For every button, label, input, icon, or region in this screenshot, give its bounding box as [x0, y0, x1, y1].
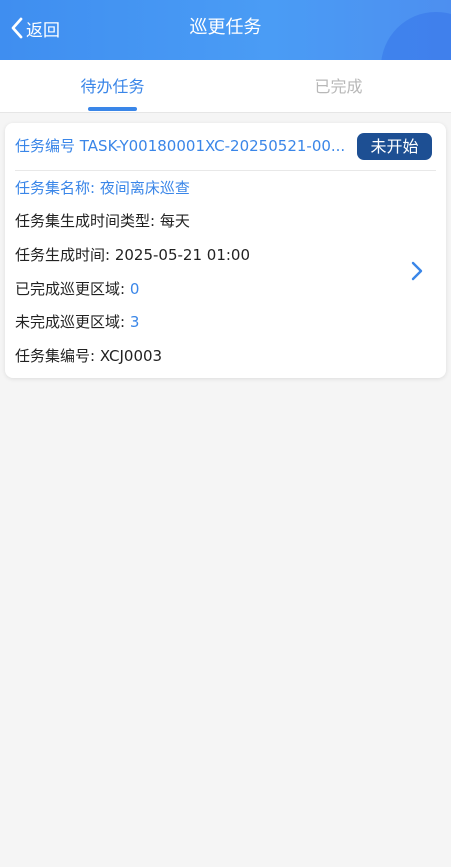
chevron-right-icon[interactable] [410, 260, 424, 282]
status-badge: 未开始 [357, 133, 432, 160]
page-title: 巡更任务 [189, 17, 262, 38]
active-tab-indicator [88, 107, 137, 111]
header-bar: 返回 巡更任务 [0, 0, 451, 60]
task-card[interactable]: 任务编号 TASK-Y00180001XC-20250521-00... 未开始… [5, 123, 446, 378]
tab-bar: 待办任务 已完成 [0, 60, 451, 113]
task-gen-type: 任务集生成时间类型: 每天 [15, 212, 190, 230]
task-undone-areas: 未完成巡更区域: 3 [15, 313, 140, 331]
task-card-header: 任务编号 TASK-Y00180001XC-20250521-00... 未开始 [15, 123, 436, 171]
tab-pending[interactable]: 待办任务 [0, 60, 225, 112]
task-gen-time: 任务生成时间: 2025-05-21 01:00 [15, 246, 251, 264]
task-set-name: 任务集名称: 夜间离床巡查 [15, 179, 190, 197]
tab-completed[interactable]: 已完成 [226, 60, 451, 112]
task-done-areas: 已完成巡更区域: 0 [15, 280, 140, 298]
task-set-number: 任务集编号: XCJ0003 [15, 347, 163, 365]
task-number: 任务编号 TASK-Y00180001XC-20250521-00... [15, 137, 346, 155]
